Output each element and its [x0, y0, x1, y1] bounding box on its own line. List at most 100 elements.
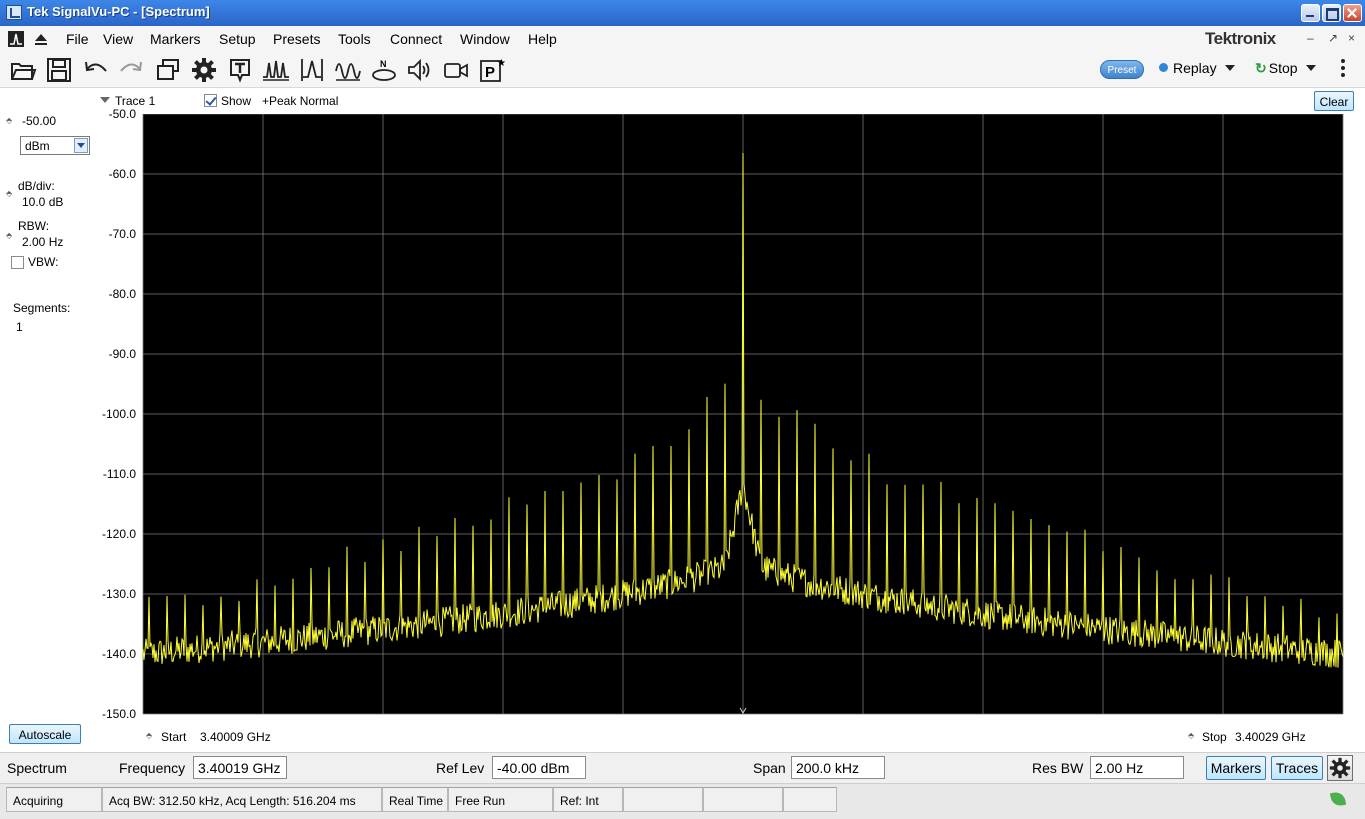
- menu-bar: File View Markers Setup Presets Tools Co…: [0, 26, 1365, 51]
- minimize-button[interactable]: [1301, 4, 1320, 22]
- menu-presets[interactable]: Presets: [273, 31, 320, 47]
- peak-icon[interactable]: [298, 57, 326, 83]
- brand-logo: Tektronix: [1205, 29, 1276, 48]
- mdi-restore-icon[interactable]: ↗: [1328, 31, 1338, 45]
- stop-button[interactable]: ↻ Stop: [1255, 60, 1316, 77]
- window-title: Tek SignalVu-PC - [Spectrum]: [27, 4, 210, 19]
- chevron-down-icon[interactable]: [1305, 65, 1316, 71]
- menu-tools[interactable]: Tools: [338, 31, 371, 47]
- start-label: Start: [161, 730, 187, 744]
- multi-peak-icon[interactable]: [262, 57, 290, 83]
- status-acq-info: Acq BW: 312.50 kHz, Acq Length: 516.204 …: [102, 787, 382, 812]
- segments-label: Segments:: [13, 301, 71, 315]
- preset-button[interactable]: Preset: [1100, 60, 1144, 79]
- unit-select[interactable]: dBm: [20, 136, 90, 155]
- audio-icon[interactable]: [406, 57, 434, 83]
- waveform-icon[interactable]: [334, 57, 362, 83]
- rbw-label: RBW:: [18, 219, 50, 233]
- close-icon: [1344, 5, 1361, 21]
- markers-button[interactable]: Markers: [1206, 756, 1266, 780]
- segments-value: 1: [16, 320, 23, 334]
- trace-label[interactable]: Trace 1: [115, 94, 155, 108]
- status-trigger[interactable]: Free Run: [448, 787, 553, 812]
- left-panel: ⬘ -50.00 dBm ⬘ dB/div: 10.0 dB ⬘ RBW: 2.…: [0, 88, 96, 752]
- span-label: Span: [753, 760, 786, 776]
- menu-window[interactable]: Window: [460, 31, 510, 47]
- camera-icon[interactable]: [442, 57, 470, 83]
- show-checkbox[interactable]: [204, 94, 217, 107]
- frequency-field[interactable]: 3.40019 GHz: [193, 756, 287, 779]
- spectrum-doc-icon[interactable]: [8, 31, 24, 47]
- ref-lev-field[interactable]: -40.00 dBm: [492, 756, 586, 779]
- trace-header: Trace 1 Show +Peak Normal Clear: [96, 88, 1365, 114]
- open-folder-icon[interactable]: [9, 57, 37, 83]
- preset-p-icon[interactable]: P ★: [478, 57, 506, 83]
- settings-icon[interactable]: [190, 57, 218, 83]
- clear-button[interactable]: Clear: [1314, 91, 1354, 111]
- mdi-minimize-icon[interactable]: –: [1307, 31, 1314, 45]
- windows-icon[interactable]: [154, 57, 182, 83]
- replay-button[interactable]: Replay: [1159, 60, 1235, 76]
- stop-adjust-icon[interactable]: ⬘: [1188, 731, 1194, 740]
- start-adjust-icon[interactable]: ⬘: [146, 731, 152, 740]
- status-acquiring: Acquiring: [6, 787, 102, 812]
- start-value[interactable]: 3.40009 GHz: [200, 730, 271, 744]
- text-icon[interactable]: [226, 57, 254, 83]
- redo-icon[interactable]: [117, 57, 145, 83]
- frequency-label: Frequency: [119, 760, 186, 776]
- maximize-button[interactable]: [1322, 4, 1341, 22]
- more-options-icon[interactable]: [1338, 57, 1348, 83]
- stop-freq-label: Stop: [1202, 730, 1227, 744]
- ref-adjust-icon[interactable]: ⬘: [6, 116, 12, 125]
- spectrum-plot[interactable]: -50.0 -60.0 -70.0 -80.0 -90.0 -100.0 -110.0 -12…: [96, 107, 1365, 726]
- status-ref[interactable]: Ref: Int: [553, 787, 623, 812]
- stop-freq-value[interactable]: 3.40029 GHz: [1235, 730, 1306, 744]
- vbw-checkbox[interactable]: [11, 256, 24, 269]
- spectrum-chart[interactable]: [96, 114, 1365, 726]
- chevron-down-icon[interactable]: [1224, 65, 1235, 71]
- toolbar: N P ★ Preset Replay ↻ Stop: [0, 51, 1365, 88]
- rbw-adjust-icon[interactable]: ⬘: [6, 231, 12, 240]
- vbw-label: VBW:: [28, 255, 59, 269]
- status-empty-3: [783, 787, 837, 812]
- chevron-down-icon[interactable]: [74, 138, 88, 153]
- eject-icon[interactable]: [33, 31, 49, 47]
- status-mode[interactable]: Real Time: [382, 787, 448, 812]
- res-bw-field[interactable]: 2.00 Hz: [1090, 756, 1184, 779]
- main-area: ⬘ -50.00 dBm ⬘ dB/div: 10.0 dB ⬘ RBW: 2.…: [0, 88, 1365, 752]
- rbw-value[interactable]: 2.00 Hz: [22, 235, 63, 249]
- res-bw-label: Res BW: [1032, 760, 1084, 776]
- maximize-icon: [1323, 5, 1340, 21]
- svg-text:★: ★: [497, 58, 506, 69]
- status-empty-2: [703, 787, 783, 812]
- menu-help[interactable]: Help: [528, 31, 557, 47]
- app-icon: [6, 5, 22, 20]
- db-div-value[interactable]: 10.0 dB: [22, 195, 63, 209]
- svg-text:N: N: [380, 59, 387, 69]
- trace-collapse-icon[interactable]: [100, 97, 110, 103]
- db-div-adjust-icon[interactable]: ⬘: [6, 189, 12, 198]
- frequency-footer: ⬘ Start 3.40009 GHz ⬘ Stop 3.40029 GHz: [96, 726, 1365, 750]
- noise-icon[interactable]: N: [370, 57, 398, 83]
- traces-button[interactable]: Traces: [1271, 756, 1323, 780]
- autoscale-button[interactable]: Autoscale: [9, 724, 81, 744]
- menu-connect[interactable]: Connect: [390, 31, 442, 47]
- close-button[interactable]: [1343, 4, 1362, 22]
- display-name: Spectrum: [7, 760, 67, 776]
- menu-markers[interactable]: Markers: [150, 31, 201, 47]
- status-bar: Acquiring Acq BW: 312.50 kHz, Acq Length…: [0, 783, 1365, 819]
- db-div-label: dB/div:: [18, 179, 55, 193]
- menu-setup[interactable]: Setup: [219, 31, 256, 47]
- replay-label: Replay: [1173, 60, 1217, 76]
- ref-value[interactable]: -50.00: [22, 114, 56, 128]
- unit-value: dBm: [25, 139, 50, 153]
- detector-label[interactable]: +Peak Normal: [262, 94, 338, 108]
- mdi-close-icon[interactable]: ×: [1348, 31, 1355, 45]
- undo-icon[interactable]: [82, 57, 110, 83]
- title-bar: Tek SignalVu-PC - [Spectrum]: [0, 0, 1365, 26]
- menu-file[interactable]: File: [66, 31, 89, 47]
- save-icon[interactable]: [45, 57, 73, 83]
- settings-gear-icon[interactable]: [1327, 755, 1353, 781]
- menu-view[interactable]: View: [103, 31, 133, 47]
- span-field[interactable]: 200.0 kHz: [791, 756, 885, 779]
